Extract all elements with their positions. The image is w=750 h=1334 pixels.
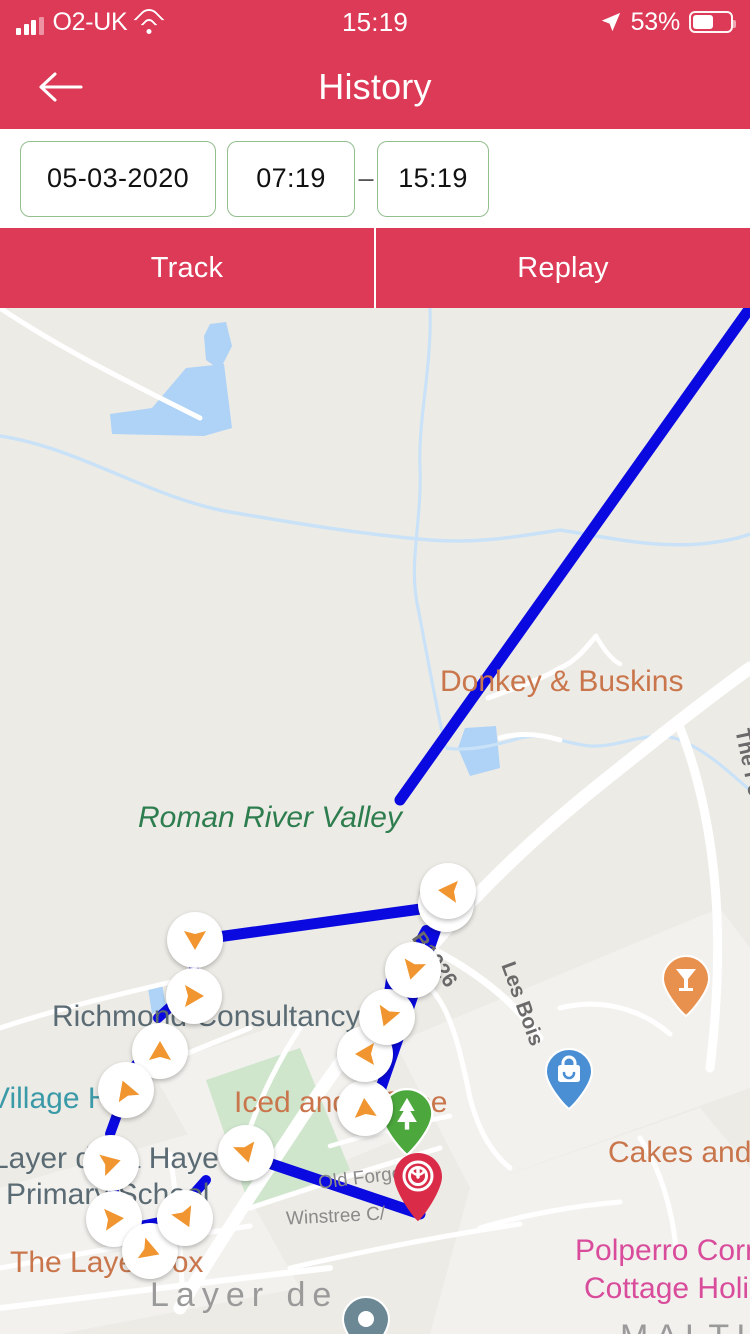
direction-arrow-icon bbox=[104, 1208, 124, 1231]
direction-arrow-icon bbox=[438, 880, 458, 903]
date-field[interactable]: 05-03-2020 bbox=[20, 140, 216, 217]
track-marker[interactable] bbox=[420, 863, 476, 919]
map-canvas[interactable]: Donkey & Buskins Roman River Valley Rich… bbox=[0, 308, 750, 1334]
time-from-field[interactable]: 07:19 bbox=[227, 140, 355, 217]
direction-arrow-icon bbox=[404, 958, 426, 980]
track-marker[interactable] bbox=[157, 1190, 213, 1246]
shop-pin[interactable] bbox=[544, 1047, 594, 1111]
direction-arrow-icon bbox=[149, 1041, 171, 1060]
track-marker[interactable] bbox=[167, 912, 223, 968]
track-marker[interactable] bbox=[98, 1062, 154, 1118]
home-location-pin[interactable] bbox=[390, 1151, 446, 1223]
direction-arrow-icon bbox=[233, 1141, 255, 1163]
direction-arrow-icon bbox=[118, 1080, 140, 1103]
filter-bar: 05-03-2020 07:19 – 15:19 bbox=[0, 129, 750, 228]
direction-arrow-icon bbox=[354, 1098, 377, 1118]
direction-arrow-icon bbox=[184, 931, 206, 950]
track-marker[interactable] bbox=[385, 942, 441, 998]
place-pin[interactable] bbox=[341, 1295, 391, 1334]
track-marker[interactable] bbox=[83, 1135, 139, 1191]
cocktail-glass-icon bbox=[661, 954, 711, 1018]
track-marker[interactable] bbox=[166, 968, 222, 1024]
track-marker[interactable] bbox=[218, 1125, 274, 1181]
circle-dot-icon bbox=[341, 1295, 391, 1334]
history-screen: O2-UK 15:19 53% History 05-03-2020 07:19… bbox=[0, 0, 750, 1334]
direction-arrow-icon bbox=[137, 1237, 160, 1259]
tab-replay[interactable]: Replay bbox=[374, 228, 750, 308]
time-range-separator: – bbox=[358, 163, 374, 193]
direction-arrow-icon bbox=[171, 1205, 192, 1228]
status-bar-clock: 15:19 bbox=[341, 7, 409, 37]
title-bar: History bbox=[0, 44, 750, 129]
page-title: History bbox=[318, 65, 432, 107]
location-target-icon bbox=[394, 1153, 442, 1221]
direction-arrow-icon bbox=[379, 1004, 401, 1027]
direction-arrow-icon bbox=[355, 1043, 374, 1065]
mode-tabs: Track Replay bbox=[0, 228, 750, 308]
bar-pin[interactable] bbox=[661, 954, 711, 1018]
track-marker[interactable] bbox=[337, 1080, 393, 1136]
status-bar: O2-UK 15:19 53% bbox=[0, 0, 750, 44]
battery-icon bbox=[689, 11, 736, 33]
direction-arrow-icon bbox=[185, 985, 204, 1007]
tab-track[interactable]: Track bbox=[0, 228, 374, 308]
shopping-bag-icon bbox=[544, 1047, 594, 1111]
direction-arrow-icon bbox=[99, 1154, 121, 1176]
time-to-field[interactable]: 15:19 bbox=[377, 140, 489, 217]
